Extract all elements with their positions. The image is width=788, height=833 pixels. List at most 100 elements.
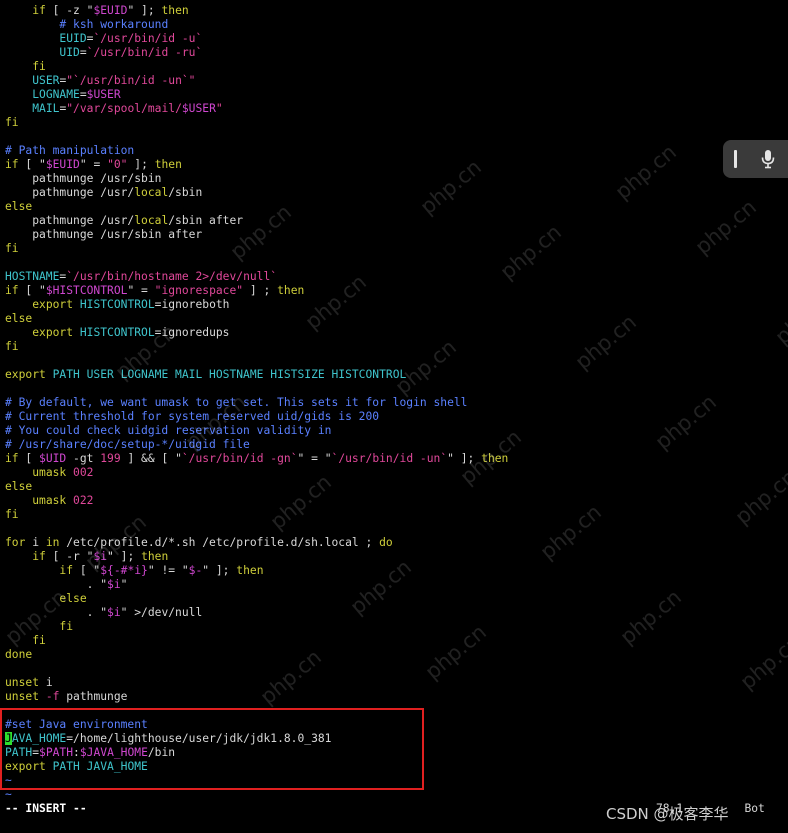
code-token: $HISTCONTROL bbox=[45, 284, 128, 297]
code-token: HOSTNAME bbox=[5, 270, 60, 283]
code-token: if bbox=[5, 158, 19, 171]
code-token: " ]; bbox=[447, 452, 482, 465]
code-token: else bbox=[5, 312, 33, 325]
code-line: UID=`/usr/bin/id -ru` bbox=[0, 46, 788, 60]
code-token: $UID bbox=[39, 452, 67, 465]
code-line: HOSTNAME=`/usr/bin/hostname 2>/dev/null` bbox=[0, 270, 788, 284]
code-token: pathmunge /usr/ bbox=[5, 186, 135, 199]
code-token: $USER bbox=[86, 88, 121, 101]
code-line: fi bbox=[0, 116, 788, 130]
code-token: : bbox=[73, 746, 80, 759]
code-token: = bbox=[32, 746, 40, 759]
code-token: if bbox=[32, 4, 46, 17]
code-line: ~ bbox=[0, 788, 788, 802]
text-cursor: J bbox=[5, 732, 12, 745]
microphone-icon[interactable] bbox=[760, 149, 776, 169]
code-token: fi bbox=[32, 634, 46, 647]
code-token: pathmunge /usr/sbin bbox=[5, 172, 162, 185]
code-token: AVA_HOME bbox=[11, 732, 67, 745]
vim-editor[interactable]: if [ -z "$EUID" ]; then # ksh workaround… bbox=[0, 4, 788, 802]
code-line: # Current threshold for system reserved … bbox=[0, 410, 788, 424]
code-token: # By default, we want umask to get set. … bbox=[5, 396, 468, 409]
code-line: # By default, we want umask to get set. … bbox=[0, 396, 788, 410]
code-token: export bbox=[5, 760, 46, 773]
code-token: # Path manipulation bbox=[5, 144, 135, 157]
code-token: USER bbox=[32, 74, 60, 87]
code-token: =/home/lighthouse/user/jdk/jdk1.8.0_381 bbox=[66, 732, 332, 745]
code-line: fi bbox=[0, 340, 788, 354]
code-token: fi bbox=[59, 620, 74, 633]
code-token: ] && [ " bbox=[120, 452, 182, 465]
code-token: fi bbox=[5, 242, 19, 255]
code-token: for bbox=[5, 536, 26, 549]
code-token: "0" bbox=[107, 158, 128, 171]
code-token: $JAVA_HOME bbox=[79, 746, 148, 759]
code-token: `/usr/bin/hostname 2>/dev/null` bbox=[66, 270, 278, 283]
code-token: fi bbox=[5, 340, 19, 353]
code-token: export bbox=[5, 368, 46, 381]
text-cursor-icon[interactable] bbox=[734, 150, 737, 168]
code-token: $i bbox=[107, 578, 121, 591]
code-line: fi bbox=[0, 508, 788, 522]
code-line: export PATH JAVA_HOME bbox=[0, 760, 788, 774]
code-line: USER="`/usr/bin/id -un`" bbox=[0, 74, 788, 88]
code-line: if [ "${-#*i}" != "$-" ]; then bbox=[0, 564, 788, 578]
code-token: 022 bbox=[73, 494, 94, 507]
code-token: [ bbox=[18, 452, 40, 465]
code-token: fi bbox=[5, 116, 19, 129]
code-token: [ " bbox=[73, 564, 101, 577]
code-token: UID bbox=[59, 46, 80, 59]
code-line: JAVA_HOME=/home/lighthouse/user/jdk/jdk1… bbox=[0, 732, 788, 746]
code-token: # /usr/share/doc/setup-*/uidgid file bbox=[5, 438, 250, 451]
code-token: `/usr/bin/id -ru` bbox=[86, 46, 203, 59]
code-token: ~ bbox=[5, 788, 12, 801]
code-line: # Path manipulation bbox=[0, 144, 788, 158]
code-token: HISTCONTROL bbox=[79, 326, 155, 339]
code-token: else bbox=[59, 592, 87, 605]
code-line: ~ bbox=[0, 774, 788, 788]
code-token: " bbox=[120, 578, 128, 591]
dictation-toolbar[interactable] bbox=[723, 140, 788, 178]
code-token: then bbox=[154, 158, 182, 171]
code-token: i bbox=[39, 676, 53, 689]
code-line: export PATH USER LOGNAME MAIL HOSTNAME H… bbox=[0, 368, 788, 382]
code-token: /sbin bbox=[168, 186, 203, 199]
code-token: `/usr/bin/id -gn` bbox=[181, 452, 298, 465]
code-token: " != " bbox=[147, 564, 189, 577]
code-line: pathmunge /usr/local/sbin bbox=[0, 186, 788, 200]
code-token: if bbox=[5, 284, 19, 297]
code-token: # Current threshold for system reserved … bbox=[5, 410, 380, 423]
code-line: if [ -r "$i" ]; then bbox=[0, 550, 788, 564]
code-line: fi bbox=[0, 620, 788, 634]
code-token: " bbox=[215, 102, 223, 115]
code-token: HISTCONTROL bbox=[79, 298, 155, 311]
code-token: . " bbox=[5, 606, 108, 619]
code-line: fi bbox=[0, 60, 788, 74]
code-line: for i in /etc/profile.d/*.sh /etc/profil… bbox=[0, 536, 788, 550]
code-line: done bbox=[0, 648, 788, 662]
code-line: # /usr/share/doc/setup-*/uidgid file bbox=[0, 438, 788, 452]
code-token: " = bbox=[79, 158, 108, 171]
code-token: MAIL bbox=[32, 102, 60, 115]
code-token: = bbox=[79, 88, 87, 101]
code-line: fi bbox=[0, 242, 788, 256]
code-line: else bbox=[0, 312, 788, 326]
code-line: fi bbox=[0, 634, 788, 648]
code-token: pathmunge bbox=[59, 690, 128, 703]
code-line: unset i bbox=[0, 676, 788, 690]
code-token: unset bbox=[5, 690, 40, 703]
